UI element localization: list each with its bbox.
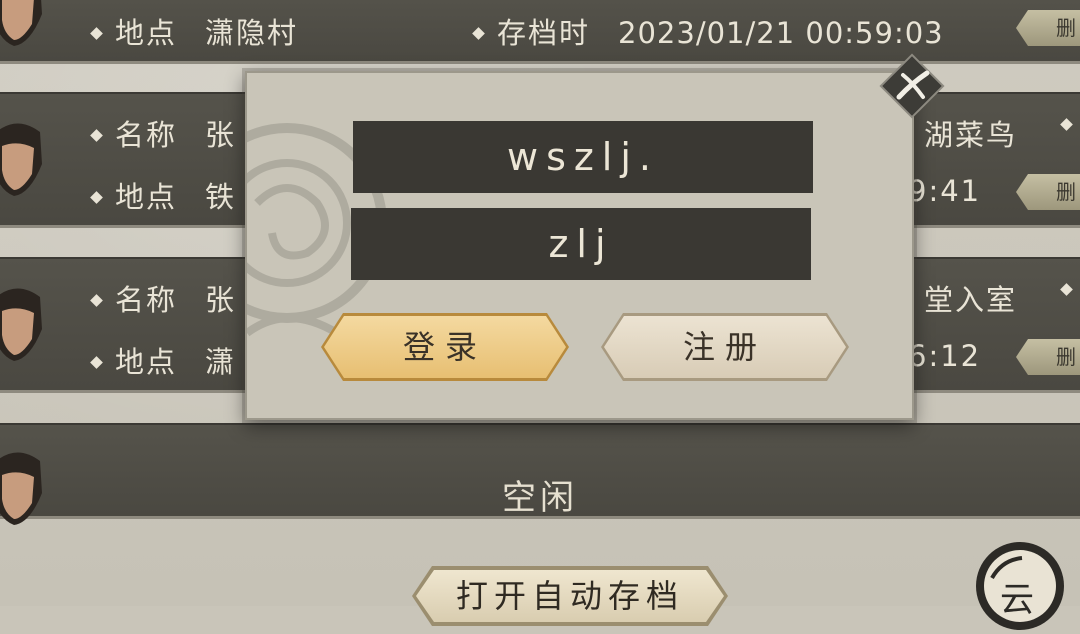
diamond-bullet-icon — [90, 27, 103, 40]
location-value: 潇 — [205, 345, 237, 379]
location-row: 地点 潇隐村 — [90, 10, 299, 50]
save-time-value: 9:41 — [908, 174, 982, 208]
location-label: 地点 — [115, 345, 178, 379]
location-row: 地点铁 — [90, 174, 237, 214]
name-label: 名称 — [115, 118, 178, 152]
cloud-label: 云 — [1000, 580, 1034, 620]
login-button-label: 登录 — [402, 328, 487, 366]
diamond-bullet-icon — [472, 27, 485, 40]
username-field[interactable]: wszlj. — [353, 121, 813, 193]
save-time-label: 存档时 — [497, 16, 591, 50]
diamond-bullet-icon — [90, 294, 103, 307]
login-button[interactable]: 登录 — [321, 313, 569, 381]
name-value: 张 — [205, 283, 237, 317]
diamond-bullet-icon — [90, 129, 103, 142]
login-dialog: wszlj. zlj 登录 注册 — [245, 71, 914, 420]
delete-button[interactable]: 删 — [1016, 10, 1080, 46]
close-icon[interactable] — [879, 53, 945, 119]
autosave-button-label: 打开自动存档 — [416, 570, 724, 622]
name-value: 张 — [205, 118, 237, 152]
register-button-label: 注册 — [682, 328, 767, 366]
diamond-bullet-icon — [90, 356, 103, 369]
rank-title: 堂入室 — [924, 283, 1018, 317]
location-label: 地点 — [115, 16, 178, 50]
location-value: 铁 — [205, 180, 237, 214]
password-field[interactable]: zlj — [351, 208, 811, 280]
diamond-bullet-icon — [90, 191, 103, 204]
location-label: 地点 — [115, 180, 178, 214]
diamond-bullet-icon — [1060, 118, 1073, 131]
save-time-row: 存档时 2023/01/21 00:59:03 — [472, 10, 944, 50]
empty-slot-label: 空闲 — [502, 478, 578, 518]
name-row: 名称张 — [90, 277, 237, 317]
character-portrait — [0, 288, 42, 361]
character-portrait — [0, 123, 42, 196]
open-autosave-button[interactable]: 打开自动存档 — [412, 566, 728, 626]
delete-button[interactable]: 删 — [1016, 339, 1080, 375]
register-button[interactable]: 注册 — [601, 313, 849, 381]
save-time-value: 2023/01/21 00:59:03 — [618, 16, 944, 50]
name-label: 名称 — [115, 283, 178, 317]
location-value: 潇隐村 — [205, 16, 299, 50]
name-row: 名称张 — [90, 112, 237, 152]
location-row: 地点潇 — [90, 339, 237, 379]
save-time-value: 6:12 — [908, 339, 982, 373]
character-portrait — [0, 0, 42, 46]
diamond-bullet-icon — [1060, 283, 1073, 296]
delete-button[interactable]: 删 — [1016, 174, 1080, 210]
